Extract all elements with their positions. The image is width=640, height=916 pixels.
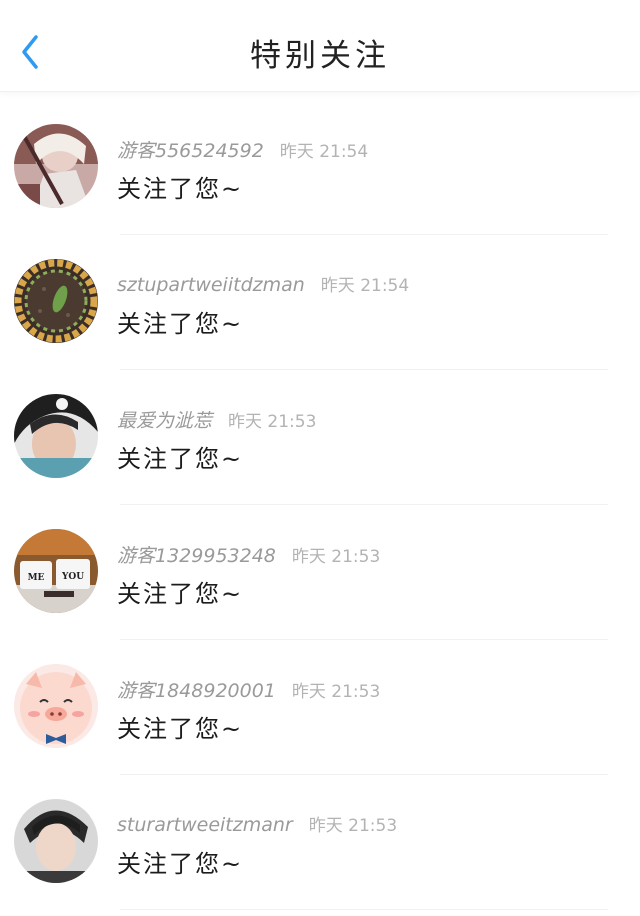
avatar[interactable] bbox=[14, 124, 98, 208]
username[interactable]: 游客556524592 bbox=[117, 140, 264, 162]
username[interactable]: sturartweeitzmanr bbox=[117, 814, 293, 836]
item-meta: sztupartweiitdzman 昨天 21:54 bbox=[117, 271, 409, 297]
avatar[interactable]: ME YOU bbox=[14, 529, 98, 613]
avatar[interactable] bbox=[14, 664, 98, 748]
item-meta: 最爱为泚莣 昨天 21:53 bbox=[117, 406, 316, 432]
top-nav-bar: 特别关注 bbox=[0, 0, 640, 92]
message-text: 关注了您~ bbox=[117, 580, 244, 608]
list-item[interactable]: 最爱为泚莣 昨天 21:53 关注了您~ bbox=[0, 370, 640, 505]
avatar[interactable] bbox=[14, 259, 98, 343]
notification-list: 游客556524592 昨天 21:54 关注了您~ sztupartweiitd… bbox=[0, 100, 640, 910]
divider bbox=[120, 909, 608, 910]
timestamp: 昨天 21:53 bbox=[228, 412, 317, 432]
avatar[interactable] bbox=[14, 799, 98, 883]
pig-cartoon-avatar bbox=[14, 664, 98, 748]
username[interactable]: 游客1329953248 bbox=[117, 545, 276, 567]
list-item[interactable]: 游客1848920001 昨天 21:53 关注了您~ bbox=[0, 640, 640, 775]
item-meta: 游客556524592 昨天 21:54 bbox=[117, 136, 368, 162]
avatar[interactable] bbox=[14, 394, 98, 478]
me-you-cups-avatar: ME YOU bbox=[14, 529, 98, 613]
username[interactable]: sztupartweiitdzman bbox=[117, 274, 305, 296]
list-item[interactable]: ME YOU 游客1329953248 昨天 21:53 关注了您~ bbox=[0, 505, 640, 640]
leaf-plate-avatar bbox=[14, 259, 98, 343]
username[interactable]: 游客1848920001 bbox=[117, 680, 276, 702]
svg-text:YOU: YOU bbox=[61, 572, 84, 582]
svg-text:ME: ME bbox=[28, 573, 45, 583]
timestamp: 昨天 21:53 bbox=[308, 816, 398, 836]
message-text: 关注了您~ bbox=[117, 175, 244, 203]
username[interactable]: 最爱为泚莣 bbox=[117, 410, 212, 432]
message-text: 关注了您~ bbox=[117, 715, 244, 743]
message-text: 关注了您~ bbox=[117, 310, 244, 338]
page-title: 特别关注 bbox=[250, 38, 390, 74]
list-item[interactable]: sturartweeitzmanr 昨天 21:53 关注了您~ bbox=[0, 775, 640, 910]
timestamp: 昨天 21:53 bbox=[291, 547, 381, 567]
portrait-avatar bbox=[14, 394, 98, 478]
young-man-avatar bbox=[14, 799, 98, 883]
timestamp: 昨天 21:53 bbox=[291, 682, 381, 702]
item-meta: 游客1848920001 昨天 21:53 bbox=[117, 676, 380, 702]
anime-character-avatar bbox=[14, 124, 98, 208]
timestamp: 昨天 21:54 bbox=[279, 142, 369, 162]
message-text: 关注了您~ bbox=[117, 850, 244, 878]
list-item[interactable]: sztupartweiitdzman 昨天 21:54 关注了您~ bbox=[0, 235, 640, 370]
item-meta: sturartweeitzmanr 昨天 21:53 bbox=[117, 811, 397, 837]
message-text: 关注了您~ bbox=[117, 445, 244, 473]
timestamp: 昨天 21:54 bbox=[320, 276, 410, 296]
list-item[interactable]: 游客556524592 昨天 21:54 关注了您~ bbox=[0, 100, 640, 235]
item-meta: 游客1329953248 昨天 21:53 bbox=[117, 541, 380, 567]
